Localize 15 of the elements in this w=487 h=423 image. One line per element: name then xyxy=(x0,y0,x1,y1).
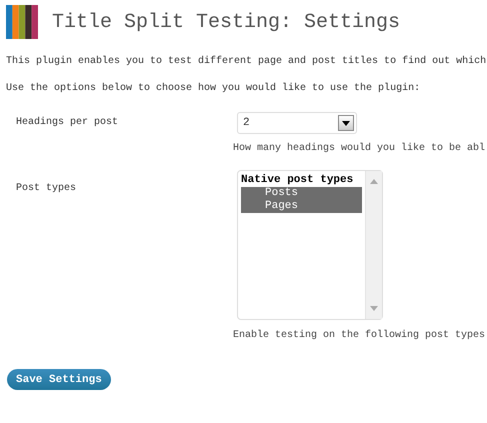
scroll-down-icon[interactable] xyxy=(370,306,378,311)
headings-dropdown[interactable]: 2 xyxy=(237,112,357,134)
scroll-up-icon[interactable] xyxy=(370,179,378,184)
logo-icon xyxy=(6,5,38,39)
option-group-label: Native post types xyxy=(241,174,354,187)
scrollbar[interactable] xyxy=(365,171,382,319)
list-option[interactable]: Posts xyxy=(241,187,362,200)
intro-text: Use the options below to choose how you would like to use the plugin: xyxy=(5,83,422,94)
page-title: Title Split Testing: Settings xyxy=(52,10,400,34)
list-option[interactable]: Pages xyxy=(241,200,362,213)
intro-text: This plugin enables you to test different page and post titles to find out which xyxy=(5,56,487,67)
save-button[interactable]: Save Settings xyxy=(7,369,111,390)
field-hint: How many headings would you like to be abl xyxy=(233,143,486,154)
field-hint: Enable testing on the following post types xyxy=(233,330,486,341)
post-types-listbox[interactable]: Native post types Posts Pages xyxy=(237,170,383,320)
